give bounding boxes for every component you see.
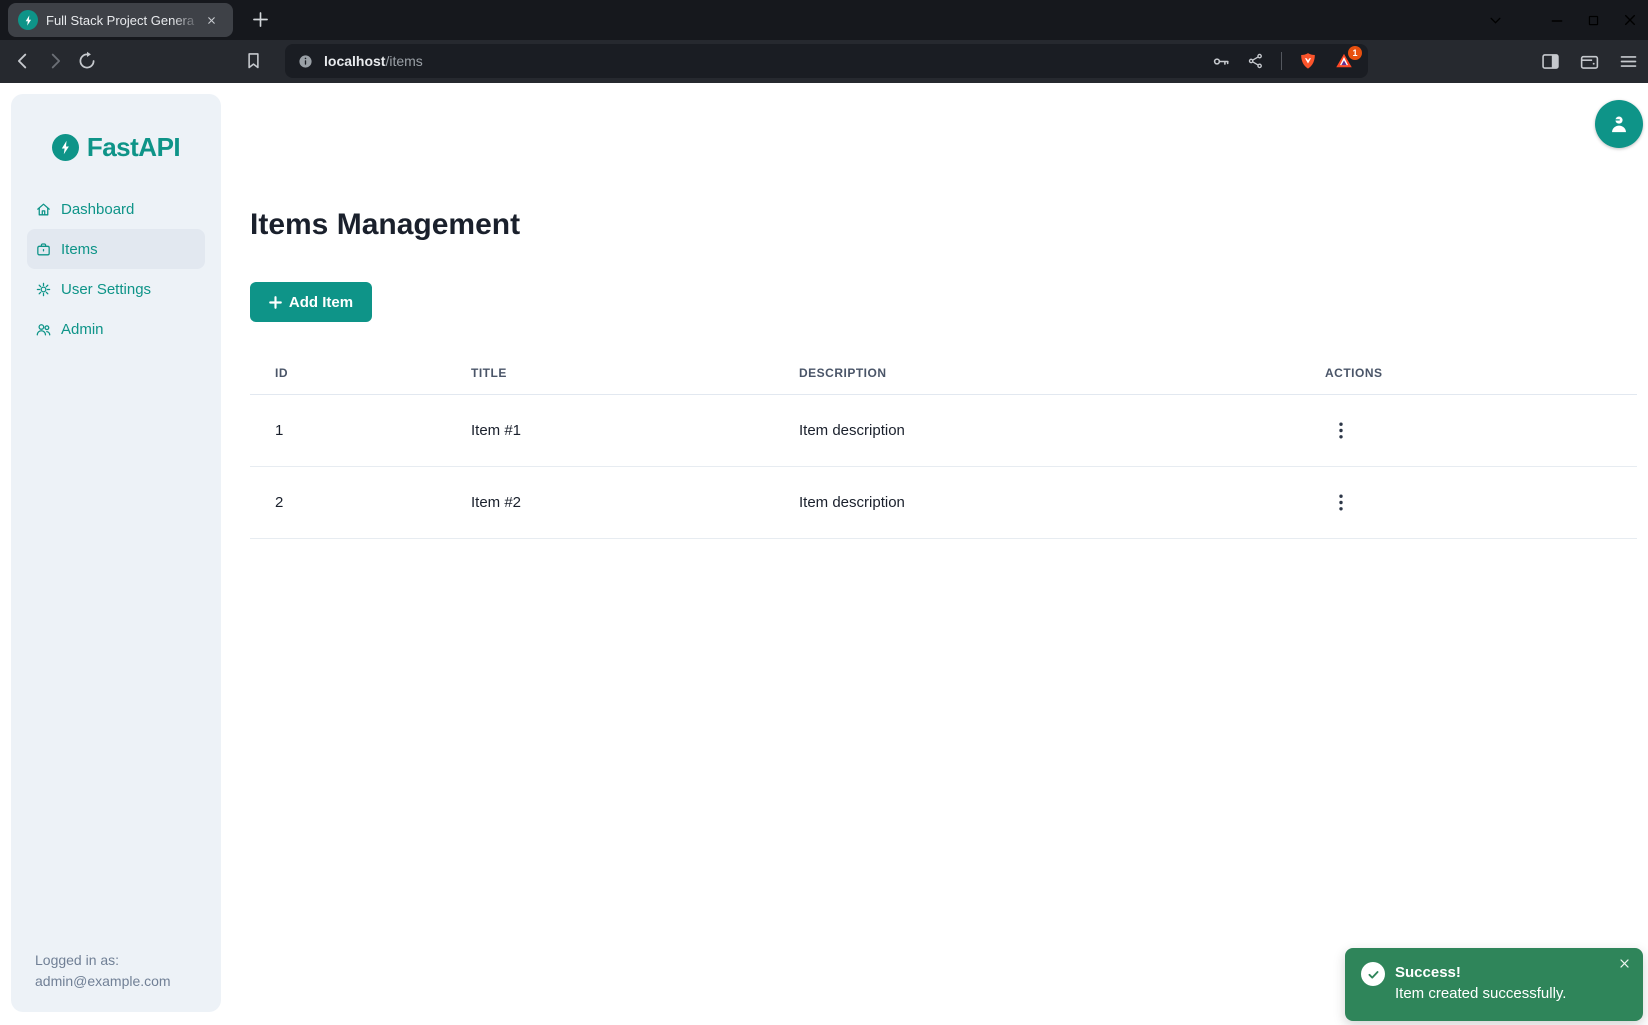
app-page: FastAPI Dashboard Items User Settings Ad… — [0, 83, 1648, 1025]
check-circle-icon — [1361, 962, 1385, 986]
table-header-row: ID TITLE DESCRIPTION ACTIONS — [250, 353, 1637, 394]
hamburger-menu-icon[interactable] — [1618, 51, 1639, 72]
toast-close-icon[interactable] — [1618, 957, 1631, 970]
kebab-dots-icon — [1339, 494, 1343, 511]
browser-toolbar: localhost/items 1 — [0, 40, 1648, 83]
site-info-icon[interactable] — [297, 53, 314, 70]
cell-description: Item description — [774, 466, 1300, 538]
sidebar-item-label: Admin — [61, 321, 104, 338]
sidebar-item-dashboard[interactable]: Dashboard — [27, 189, 205, 229]
sidebar-nav: Dashboard Items User Settings Admin — [27, 189, 205, 349]
sidebar-item-label: User Settings — [61, 281, 151, 298]
col-header-description: DESCRIPTION — [774, 353, 1300, 394]
briefcase-icon — [35, 241, 52, 258]
row-actions-menu-button[interactable] — [1329, 418, 1353, 443]
brave-rewards-icon[interactable]: 1 — [1334, 51, 1354, 71]
cell-id: 1 — [250, 394, 446, 466]
brave-shield-icon[interactable] — [1298, 51, 1318, 71]
success-toast: Success! Item created successfully. — [1345, 948, 1643, 1021]
url-text: localhost/items — [324, 53, 423, 69]
rewards-badge: 1 — [1348, 46, 1362, 60]
toast-title: Success! — [1395, 962, 1566, 983]
add-item-button[interactable]: Add Item — [250, 282, 372, 322]
fastapi-lightning-icon — [52, 134, 79, 161]
window-controls — [1488, 0, 1638, 40]
col-header-title: TITLE — [446, 353, 774, 394]
cell-title: Item #1 — [446, 394, 774, 466]
tab-close-icon[interactable] — [206, 15, 217, 26]
back-button[interactable] — [12, 50, 34, 72]
tab-search-chevron-icon[interactable] — [1488, 13, 1503, 28]
browser-tab[interactable]: Full Stack Project Genera — [8, 3, 233, 37]
tab-bar: Full Stack Project Genera — [0, 0, 1648, 40]
forward-button[interactable] — [44, 50, 66, 72]
app-logo-text: FastAPI — [87, 132, 180, 163]
users-icon — [35, 321, 52, 338]
table-row: 1 Item #1 Item description — [250, 394, 1637, 466]
gear-icon — [35, 281, 52, 298]
page-title: Items Management — [250, 208, 520, 242]
window-maximize-button[interactable] — [1586, 13, 1601, 28]
sidebar: FastAPI Dashboard Items User Settings Ad… — [11, 94, 221, 1012]
col-header-id: ID — [250, 353, 446, 394]
table-row: 2 Item #2 Item description — [250, 466, 1637, 538]
sidebar-item-admin[interactable]: Admin — [27, 309, 205, 349]
kebab-dots-icon — [1339, 422, 1343, 439]
reload-button[interactable] — [76, 50, 98, 72]
items-table-body: 1 Item #1 Item description 2 Item #2 Ite… — [250, 394, 1637, 538]
items-table: ID TITLE DESCRIPTION ACTIONS 1 Item #1 I… — [250, 353, 1637, 539]
app-logo: FastAPI — [11, 132, 221, 163]
address-bar[interactable]: localhost/items 1 — [285, 44, 1368, 78]
user-person-icon — [1606, 111, 1632, 137]
toast-message: Item created successfully. — [1395, 983, 1566, 1005]
logged-in-status: Logged in as: admin@example.com — [35, 950, 207, 992]
cell-id: 2 — [250, 466, 446, 538]
new-tab-button[interactable] — [250, 9, 271, 30]
url-path: /items — [385, 53, 422, 69]
cell-title: Item #2 — [446, 466, 774, 538]
logged-in-email: admin@example.com — [35, 971, 207, 992]
row-actions-menu-button[interactable] — [1329, 490, 1353, 515]
plus-icon — [269, 296, 282, 309]
sidebar-item-items[interactable]: Items — [27, 229, 205, 269]
share-icon[interactable] — [1247, 52, 1265, 70]
window-minimize-button[interactable] — [1549, 12, 1565, 28]
sidebar-panel-icon[interactable] — [1540, 51, 1561, 72]
favicon-lightning-icon — [18, 10, 38, 30]
col-header-actions: ACTIONS — [1300, 353, 1637, 394]
wallet-icon[interactable] — [1579, 51, 1600, 72]
toolbar-separator — [1281, 52, 1282, 70]
window-close-button[interactable] — [1622, 12, 1638, 28]
sidebar-item-label: Items — [61, 241, 98, 258]
bookmark-icon[interactable] — [243, 50, 264, 71]
cell-description: Item description — [774, 394, 1300, 466]
user-avatar-button[interactable] — [1595, 100, 1643, 148]
home-icon — [35, 201, 52, 218]
add-item-label: Add Item — [289, 294, 353, 311]
url-host: localhost — [324, 53, 385, 69]
logged-in-label: Logged in as: — [35, 950, 207, 971]
sidebar-item-label: Dashboard — [61, 201, 134, 218]
password-key-icon[interactable] — [1212, 52, 1231, 71]
tab-title: Full Stack Project Genera — [46, 13, 204, 28]
sidebar-item-user-settings[interactable]: User Settings — [27, 269, 205, 309]
